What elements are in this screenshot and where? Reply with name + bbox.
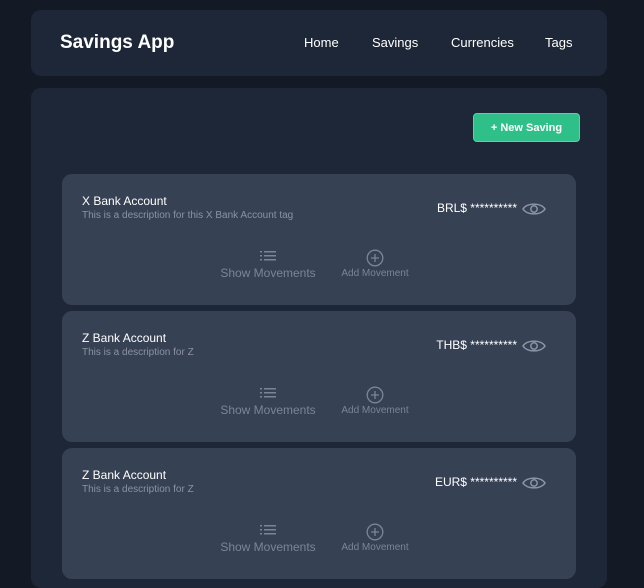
new-saving-button[interactable]: + New Saving (473, 113, 580, 142)
nav-tags[interactable]: Tags (545, 35, 572, 51)
saving-title: Z Bank Account (82, 468, 167, 482)
add-movement-label: Add Movement (341, 542, 409, 553)
nav-savings[interactable]: Savings (372, 35, 418, 51)
add-movement-button[interactable]: Add Movement (338, 523, 412, 553)
show-movements-label: Show Movements (220, 540, 316, 554)
show-movements-label: Show Movements (220, 403, 316, 417)
saving-card: Z Bank Account This is a description for… (62, 311, 576, 442)
eye-icon[interactable] (522, 338, 546, 354)
saving-balance: EUR$ ********** (434, 475, 517, 489)
savings-panel: + New Saving X Bank Account This is a de… (31, 88, 607, 588)
nav-currencies[interactable]: Currencies (451, 35, 514, 51)
saving-description: This is a description for Z (82, 347, 194, 358)
list-icon (260, 251, 276, 261)
app-title: Savings App (60, 32, 175, 53)
app-header: Savings App Home Savings Currencies Tags (31, 10, 607, 76)
saving-description: This is a description for Z (82, 484, 194, 495)
plus-circle-icon (366, 386, 384, 404)
saving-balance: THB$ ********** (436, 338, 517, 352)
saving-balance: BRL$ ********** (436, 201, 517, 215)
list-icon (260, 525, 276, 535)
saving-title: Z Bank Account (82, 331, 167, 345)
list-icon (260, 388, 276, 398)
nav-home[interactable]: Home (304, 35, 339, 51)
add-movement-button[interactable]: Add Movement (338, 249, 412, 279)
eye-icon[interactable] (522, 475, 546, 491)
show-movements-label: Show Movements (220, 266, 316, 280)
plus-circle-icon (366, 523, 384, 541)
add-movement-label: Add Movement (341, 405, 409, 416)
show-movements-button[interactable]: Show Movements (220, 250, 316, 280)
saving-description: This is a description for this X Bank Ac… (82, 210, 294, 221)
eye-icon[interactable] (522, 201, 546, 217)
saving-title: X Bank Account (82, 194, 167, 208)
add-movement-button[interactable]: Add Movement (338, 386, 412, 416)
show-movements-button[interactable]: Show Movements (220, 387, 316, 417)
show-movements-button[interactable]: Show Movements (220, 524, 316, 554)
saving-card: Z Bank Account This is a description for… (62, 448, 576, 579)
add-movement-label: Add Movement (341, 268, 409, 279)
plus-circle-icon (366, 249, 384, 267)
saving-card: X Bank Account This is a description for… (62, 174, 576, 305)
